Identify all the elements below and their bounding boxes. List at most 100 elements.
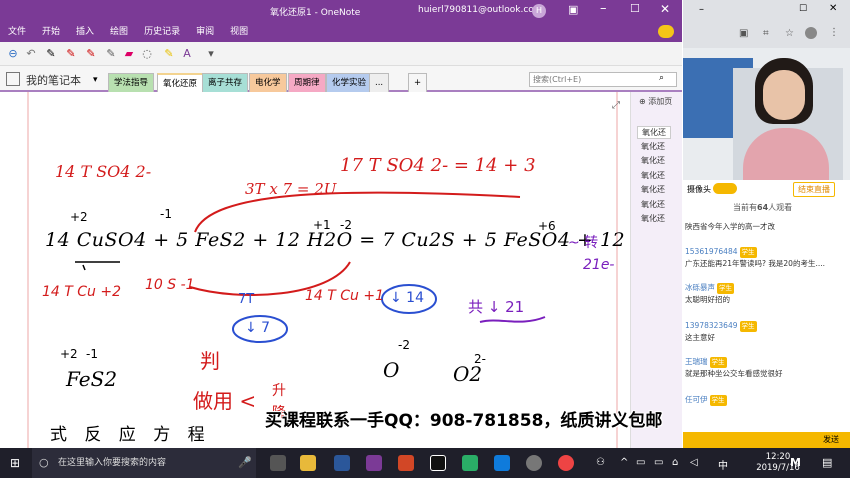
app-icon[interactable]: M [790,456,801,469]
viewers-suffix: 人观看 [768,203,793,212]
section-tab[interactable]: 化学实验 [326,73,373,92]
edge-icon[interactable] [494,455,510,471]
notebook-icon[interactable] [6,72,20,86]
undo-icon[interactable]: ↶ [24,47,38,61]
hw-right-note-1: ~ 转 [568,235,599,251]
black-pen-icon[interactable]: ✎ [44,47,58,61]
wechat-icon[interactable] [462,455,478,471]
camera-toggle[interactable] [713,183,737,194]
task-view-icon[interactable] [270,455,286,471]
tray-app-icon[interactable]: ▭ [636,457,645,468]
search-input[interactable]: 搜索(Ctrl+E) [529,72,677,87]
page-list-item[interactable]: 氧化还 [641,184,665,195]
quick-toolbar: ⊖ ↶ ✎ ✎ ✎ ✎ ▰ ◌ ✎ A ▾ [0,42,682,66]
pen-gray-icon[interactable]: ✎ [104,47,118,61]
back-icon[interactable]: ⊖ [6,47,20,61]
section-tab[interactable]: 电化学 [249,73,287,92]
hw-charge-so4: +6 [538,219,556,233]
maximize-icon[interactable]: ☐ [799,4,807,14]
volume-icon[interactable]: ◁ [690,457,698,468]
avatar[interactable]: H [532,4,546,18]
search-icon: ○ [39,456,49,469]
camera-label: 摄像头 [687,185,711,194]
onenote-icon[interactable] [366,455,382,471]
page-list-item[interactable]: 氧化还 [641,141,665,152]
hw-arrow-note: 3T x 7 = 2U [245,180,337,198]
role-badge: 学生 [717,283,734,294]
word-icon[interactable] [334,455,350,471]
send-button[interactable]: 发送 [823,434,839,445]
account-email[interactable]: huierl790811@outlook.com [418,5,543,15]
browser-bar: – ☐ ✕ ▣ ⌗ ☆ ⋮ [683,0,850,48]
monitor-icon[interactable]: ▭ [654,457,663,468]
add-section-button[interactable]: + [408,73,428,92]
notification-icon[interactable]: ▤ [822,456,832,469]
translate-icon[interactable]: ⌗ [763,28,769,39]
hw-line1-right: 17 T SO4 2- = 14 + 3 [340,155,536,176]
section-tab[interactable]: 氧化还原 [157,73,204,92]
menu-insert[interactable]: 插入 [68,22,102,42]
window-title: 氧化还原1 - OneNote [270,8,361,18]
file-explorer-icon[interactable] [300,455,316,471]
page-list-item[interactable]: 氧化还 [641,170,665,181]
notebook-dropdown-icon[interactable]: ▾ [93,75,98,85]
chat-username-text: 13978323649 [685,321,738,330]
section-tab[interactable]: ... [369,73,390,92]
more-icon[interactable]: ⋮ [829,27,839,38]
qq-icon[interactable] [430,455,446,471]
search-icon[interactable]: ⌕ [659,73,664,83]
chrome-icon[interactable] [558,455,574,471]
highlighter-icon[interactable]: ✎ [162,47,176,61]
hw-lower-charge-1: +2 [60,347,78,361]
page-list-item[interactable]: 氧化还 [641,213,665,224]
menu-home[interactable]: 开始 [34,22,68,42]
menu-bar: 文件 开始 插入 绘图 历史记录 审阅 视图 [0,22,682,42]
customize-icon[interactable]: ▾ [204,47,218,61]
network-icon[interactable]: ⌂ [672,457,678,468]
close-icon[interactable]: ✕ [660,2,670,16]
microphone-icon[interactable]: 🎤 [238,448,252,478]
menu-review[interactable]: 审阅 [188,22,222,42]
avatar[interactable] [805,27,817,39]
hw-box-note: 7T [238,292,255,307]
end-live-button[interactable]: 结束直播 [793,182,835,197]
minimize-icon[interactable]: – [699,4,704,15]
menu-view[interactable]: 视图 [222,22,256,42]
pen-icon[interactable]: ✎ [84,47,98,61]
menu-history[interactable]: 历史记录 [136,22,188,42]
ink-to-text-icon[interactable]: A [180,47,194,61]
powerpoint-icon[interactable] [398,455,414,471]
taskbar-search[interactable]: ○ 在这里输入你要搜索的内容 🎤 [32,448,256,478]
viewer-count: 当前有64人观看 [733,202,792,213]
maximize-icon[interactable]: ☐ [630,2,640,15]
tray-arrow-icon[interactable]: ^ [620,457,628,468]
hw-red-note-1: 判 [200,349,220,373]
menu-file[interactable]: 文件 [0,22,34,42]
minimize-icon[interactable]: – [600,1,607,16]
eraser-icon[interactable]: ▰ [122,47,136,61]
ribbon-display-icon[interactable]: ▣ [568,3,578,16]
notebook-name[interactable]: 我的笔记本 [26,72,81,88]
page-list-item[interactable]: 氧化还 [637,126,671,139]
page-list-item[interactable]: 氧化还 [641,199,665,210]
teacher-video [683,48,850,180]
section-tab[interactable]: 离子共存 [202,73,249,92]
hw-lower-charge-3: -2 [398,338,410,352]
windows-start-icon[interactable]: ⊞ [10,456,20,470]
expand-icon[interactable]: ⤢ [612,100,620,111]
smiley-icon[interactable] [658,25,674,38]
app-icon[interactable] [526,455,542,471]
add-page-button[interactable]: ⊕ 添加页 [639,96,672,107]
lasso-icon[interactable]: ◌ [140,47,154,61]
ime-indicator[interactable]: 中 [718,457,728,472]
close-icon[interactable]: ✕ [829,3,837,14]
page-list-item[interactable]: 氧化还 [641,155,665,166]
camera-icon[interactable]: ▣ [739,28,748,39]
red-pen-icon[interactable]: ✎ [64,47,78,61]
section-tab[interactable]: 周期律 [288,73,326,92]
section-tab[interactable]: 学法指导 [108,73,155,92]
menu-draw[interactable]: 绘图 [102,22,136,42]
star-icon[interactable]: ☆ [785,28,794,39]
person-icon[interactable]: ⚇ [596,457,605,468]
note-page-canvas[interactable]: 14 T SO4 2- 17 T SO4 2- = 14 + 3 3T x 7 … [0,92,630,448]
